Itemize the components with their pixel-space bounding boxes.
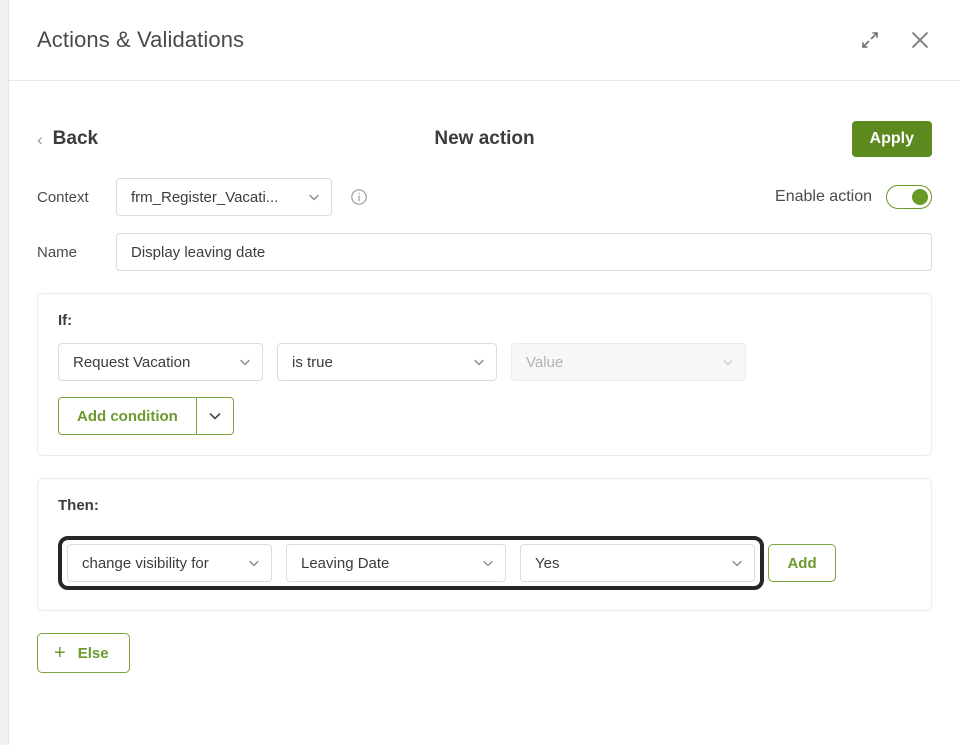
action-target-select[interactable]: Leaving Date bbox=[286, 544, 506, 582]
context-label: Context bbox=[37, 188, 89, 206]
add-action-button[interactable]: Add bbox=[768, 544, 836, 582]
context-row: Context frm_Register_Vacati... Enable ac… bbox=[37, 175, 932, 219]
name-label: Name bbox=[37, 243, 78, 261]
enable-action-group: Enable action bbox=[775, 185, 932, 209]
condition-operator-select[interactable]: is true bbox=[277, 343, 497, 381]
close-icon[interactable] bbox=[906, 26, 934, 54]
page-title: Actions & Validations bbox=[37, 27, 245, 52]
context-select-value: frm_Register_Vacati... bbox=[131, 188, 279, 206]
action-value-value: Yes bbox=[535, 554, 560, 572]
chevron-down-icon bbox=[307, 190, 321, 204]
back-button[interactable]: ‹ Back bbox=[37, 128, 98, 150]
plus-icon: + bbox=[54, 642, 66, 664]
add-condition-button[interactable]: Add condition bbox=[58, 397, 235, 435]
name-row: Name bbox=[37, 233, 932, 271]
enable-action-label: Enable action bbox=[775, 188, 872, 205]
then-label: Then: bbox=[58, 497, 99, 514]
then-action-row: change visibility for Leaving Date Yes bbox=[58, 536, 764, 590]
then-card: Then: change visibility for Leaving Date… bbox=[37, 478, 932, 611]
condition-operator-value: is true bbox=[292, 353, 333, 371]
enable-action-toggle[interactable] bbox=[886, 185, 932, 209]
chevron-left-icon: ‹ bbox=[37, 129, 43, 149]
action-target-value: Leaving Date bbox=[301, 554, 390, 572]
chevron-down-icon bbox=[472, 355, 486, 369]
add-else-button[interactable]: + Else bbox=[37, 633, 130, 673]
chevron-down-icon bbox=[238, 355, 252, 369]
dialog-body: ‹ Back New action Apply Context frm_Regi… bbox=[9, 81, 960, 745]
condition-value-select: Value bbox=[511, 343, 746, 381]
context-select[interactable]: frm_Register_Vacati... bbox=[116, 178, 332, 216]
toggle-knob bbox=[912, 188, 928, 205]
if-label: If: bbox=[58, 312, 73, 329]
add-else-label: Else bbox=[77, 644, 109, 662]
toolbar-title: New action bbox=[434, 128, 535, 149]
chevron-down-icon[interactable] bbox=[197, 398, 233, 434]
chevron-down-icon bbox=[247, 556, 261, 570]
apply-button[interactable]: Apply bbox=[851, 121, 932, 157]
chevron-down-icon bbox=[730, 556, 744, 570]
back-button-label: Back bbox=[52, 128, 99, 149]
chevron-down-icon bbox=[481, 556, 495, 570]
if-condition-row: Request Vacation is true Value bbox=[58, 343, 911, 381]
add-condition-label: Add condition bbox=[77, 407, 178, 425]
condition-field-select[interactable]: Request Vacation bbox=[58, 343, 263, 381]
info-icon[interactable] bbox=[350, 188, 368, 206]
action-value-select[interactable]: Yes bbox=[520, 544, 755, 582]
header-icon-group bbox=[856, 26, 934, 54]
actions-validations-dialog: Actions & Validations ‹ Back New action … bbox=[8, 0, 960, 745]
action-operation-value: change visibility for bbox=[82, 554, 209, 572]
name-input[interactable] bbox=[116, 233, 932, 271]
condition-value-placeholder: Value bbox=[526, 353, 564, 371]
chevron-down-icon bbox=[721, 355, 735, 369]
dialog-header: Actions & Validations bbox=[9, 0, 960, 81]
condition-field-value: Request Vacation bbox=[73, 353, 191, 371]
action-toolbar: ‹ Back New action Apply bbox=[37, 109, 932, 169]
if-card: If: Request Vacation is true Value Add c… bbox=[37, 293, 932, 456]
expand-icon[interactable] bbox=[856, 26, 884, 54]
action-operation-select[interactable]: change visibility for bbox=[67, 544, 272, 582]
